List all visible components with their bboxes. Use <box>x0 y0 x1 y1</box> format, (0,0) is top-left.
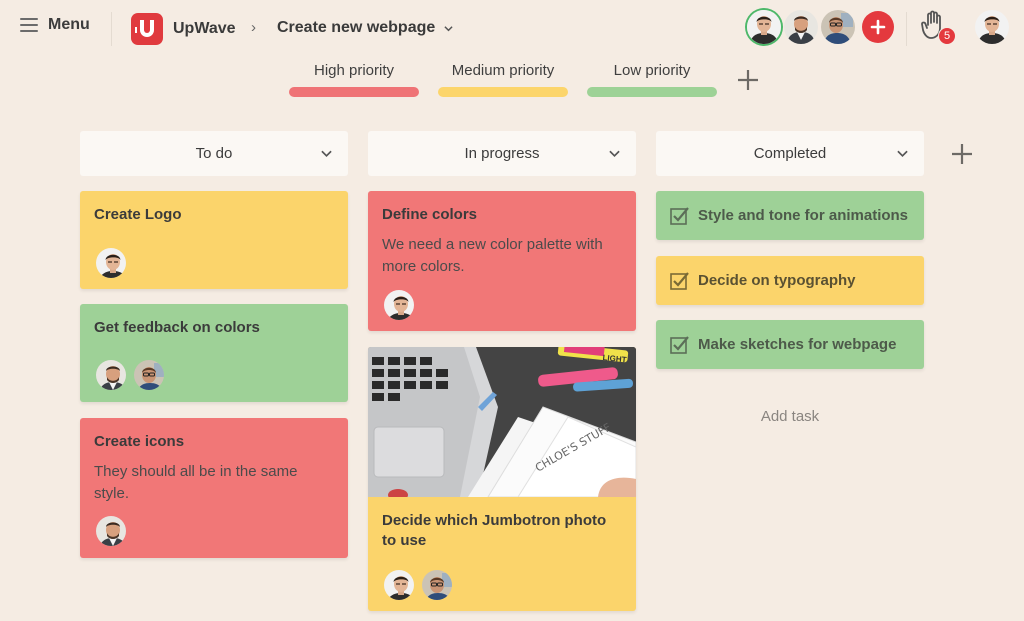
upwave-logo-icon <box>131 13 163 45</box>
divider <box>111 12 112 46</box>
divider <box>906 12 907 46</box>
user-avatar[interactable] <box>975 10 1009 44</box>
card-title: Decide which Jumbotron photo to use <box>382 512 607 549</box>
completed-task-card[interactable]: Style and tone for animations <box>656 191 924 240</box>
chevron-down-icon <box>897 150 908 158</box>
task-card[interactable]: Create Logo <box>80 191 348 289</box>
card-title: Decide on typography <box>698 272 856 289</box>
card-title: Create Logo <box>94 206 182 223</box>
priority-color-bar <box>587 87 717 97</box>
top-bar: Menu UpWave › Create new webpage 5 <box>0 0 1024 56</box>
avatar[interactable] <box>747 10 781 44</box>
column-title: Completed <box>753 145 827 162</box>
card-description: We need a new color palette with more co… <box>382 236 603 275</box>
card-title: Get feedback on colors <box>94 319 260 336</box>
card-assignees <box>382 288 420 322</box>
checkmark-icon[interactable] <box>670 206 690 226</box>
avatar[interactable] <box>94 514 128 548</box>
avatar[interactable] <box>420 568 454 602</box>
card-assignees <box>94 514 132 548</box>
plus-icon <box>870 19 886 35</box>
card-description: They should all be in the same style. <box>94 463 298 502</box>
column-header-todo[interactable]: To do <box>80 131 348 176</box>
priority-label: Low priority <box>613 62 691 79</box>
card-cover-photo: LIGHT CHLOE'S STUFF <box>368 347 636 497</box>
notifications-button[interactable]: 5 <box>920 9 956 45</box>
avatar[interactable] <box>821 10 855 44</box>
checkmark-icon[interactable] <box>670 335 690 355</box>
filter-high-priority[interactable]: High priority <box>289 61 419 97</box>
task-card[interactable]: Get feedback on colors <box>80 304 348 402</box>
column-header-completed[interactable]: Completed <box>656 131 924 176</box>
hamburger-icon <box>20 18 38 32</box>
card-title: Make sketches for webpage <box>698 336 897 353</box>
card-assignees <box>94 358 170 392</box>
menu-button[interactable]: Menu <box>20 16 90 34</box>
task-card[interactable]: Create icons They should all be in the s… <box>80 418 348 558</box>
brand-name: UpWave <box>173 20 236 37</box>
member-avatars <box>747 10 894 44</box>
notification-badge: 5 <box>938 27 956 45</box>
card-title: Define colors <box>382 206 478 223</box>
avatar[interactable] <box>382 288 416 322</box>
project-title: Create new webpage <box>277 19 436 36</box>
project-title-dropdown[interactable]: Create new webpage <box>277 19 453 37</box>
completed-task-card[interactable]: Decide on typography <box>656 256 924 305</box>
checkmark-icon[interactable] <box>670 271 690 291</box>
priority-color-bar <box>438 87 568 97</box>
priority-label: Medium priority <box>451 62 555 79</box>
priority-color-bar <box>289 87 419 97</box>
filter-medium-priority[interactable]: Medium priority <box>438 61 568 97</box>
priority-label: High priority <box>313 62 395 79</box>
add-task-button[interactable]: Add task <box>656 408 924 425</box>
chevron-down-icon <box>321 150 332 158</box>
breadcrumb-chevron-icon: › <box>251 19 256 36</box>
task-card-with-photo[interactable]: LIGHT CHLOE'S STUFF Decide which Jumbotr… <box>368 347 636 611</box>
card-assignees <box>382 568 458 602</box>
add-member-button[interactable] <box>862 11 894 43</box>
column-title: To do <box>195 145 233 162</box>
card-title: Style and tone for animations <box>698 207 909 224</box>
avatar[interactable] <box>784 10 818 44</box>
add-priority-plus-icon[interactable] <box>736 68 760 92</box>
avatar[interactable] <box>382 568 416 602</box>
brand[interactable]: UpWave <box>131 13 236 45</box>
filter-low-priority[interactable]: Low priority <box>587 61 717 97</box>
chevron-down-icon <box>444 25 453 31</box>
completed-task-card[interactable]: Make sketches for webpage <box>656 320 924 369</box>
chevron-down-icon <box>609 150 620 158</box>
column-title: In progress <box>464 145 540 162</box>
avatar[interactable] <box>94 246 128 280</box>
task-card[interactable]: Define colors We need a new color palett… <box>368 191 636 331</box>
avatar[interactable] <box>132 358 166 392</box>
column-header-in-progress[interactable]: In progress <box>368 131 636 176</box>
card-assignees <box>94 246 132 280</box>
card-title: Create icons <box>94 433 185 450</box>
menu-label: Menu <box>48 16 90 33</box>
avatar[interactable] <box>94 358 128 392</box>
add-column-plus-icon[interactable] <box>950 142 974 166</box>
